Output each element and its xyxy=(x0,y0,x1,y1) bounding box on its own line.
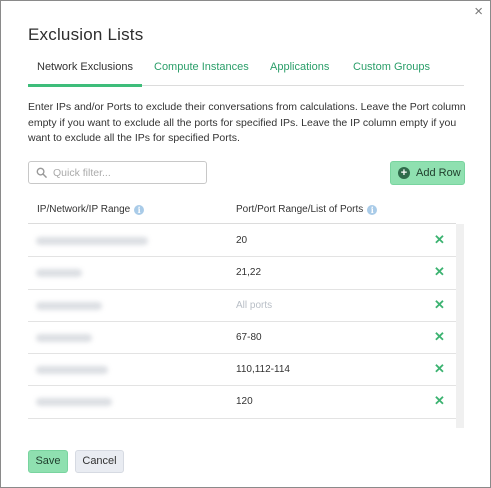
delete-row-icon[interactable]: ✕ xyxy=(434,265,445,279)
column-header-port-label: Port/Port Range/List of Ports xyxy=(236,204,364,215)
table-scrollbar[interactable] xyxy=(456,224,464,428)
table-header: IP/Network/IP Range i Port/Port Range/Lis… xyxy=(28,196,456,224)
table-row: All ports ✕ xyxy=(28,290,456,322)
delete-row-icon[interactable]: ✕ xyxy=(434,329,445,344)
column-header-ip: IP/Network/IP Range i xyxy=(37,204,145,215)
port-cell-placeholder[interactable]: All ports xyxy=(236,300,272,311)
port-cell[interactable]: 21,22 xyxy=(236,267,261,278)
dialog-title: Exclusion Lists xyxy=(28,25,144,44)
exclusions-table: IP/Network/IP Range i Port/Port Range/Lis… xyxy=(28,196,464,428)
tab-compute-instances[interactable]: Compute Instances xyxy=(154,60,249,86)
table-row: 110,112-114 ✕ xyxy=(28,354,456,387)
port-cell[interactable]: 110,112-114 xyxy=(236,364,290,375)
exclusion-lists-dialog: × Exclusion Lists Network Exclusions Com… xyxy=(0,0,491,488)
tab-custom-groups[interactable]: Custom Groups xyxy=(353,60,430,86)
port-cell[interactable]: 67-80 xyxy=(236,332,262,343)
column-header-ip-label: IP/Network/IP Range xyxy=(37,204,131,215)
plus-circle-icon: + xyxy=(398,167,410,179)
delete-row-icon[interactable]: ✕ xyxy=(434,394,445,408)
ip-cell-redacted[interactable] xyxy=(36,237,148,245)
info-icon[interactable]: i xyxy=(134,205,145,215)
add-row-label: Add Row xyxy=(416,167,461,179)
close-icon[interactable]: × xyxy=(474,4,483,20)
tab-bar: Network Exclusions Compute Instances App… xyxy=(28,58,464,87)
tab-applications[interactable]: Applications xyxy=(270,60,329,86)
ip-cell-redacted[interactable] xyxy=(36,301,102,310)
column-header-port: Port/Port Range/List of Ports i xyxy=(236,204,378,215)
instructions-text: Enter IPs and/or Ports to exclude their … xyxy=(28,101,466,144)
tab-network-exclusions[interactable]: Network Exclusions xyxy=(28,60,142,87)
ip-cell-redacted[interactable] xyxy=(36,269,82,278)
table-row: 20 ✕ xyxy=(28,225,456,258)
ip-cell-redacted[interactable] xyxy=(36,333,92,342)
delete-row-icon[interactable]: ✕ xyxy=(434,233,445,247)
port-cell[interactable]: 20 xyxy=(236,235,247,246)
quick-filter-input[interactable] xyxy=(53,165,201,180)
delete-row-icon[interactable]: ✕ xyxy=(434,362,445,376)
port-cell[interactable]: 120 xyxy=(236,396,253,407)
add-row-button[interactable]: + Add Row xyxy=(390,161,465,185)
table-row: 67-80 ✕ xyxy=(28,322,456,355)
table-row: 120 ✕ xyxy=(28,386,456,419)
ip-cell-redacted[interactable] xyxy=(36,366,108,375)
table-row: 21,22 ✕ xyxy=(28,257,456,290)
ip-cell-redacted[interactable] xyxy=(36,398,112,407)
table-body: 20 ✕ 21,22 ✕ All ports ✕ 67-80 ✕ 110,112… xyxy=(28,225,456,419)
save-button[interactable]: Save xyxy=(28,450,68,473)
delete-row-icon[interactable]: ✕ xyxy=(434,297,445,312)
info-icon[interactable]: i xyxy=(367,205,378,215)
search-icon xyxy=(36,167,47,178)
cancel-button[interactable]: Cancel xyxy=(75,450,124,473)
quick-filter[interactable] xyxy=(28,161,207,184)
